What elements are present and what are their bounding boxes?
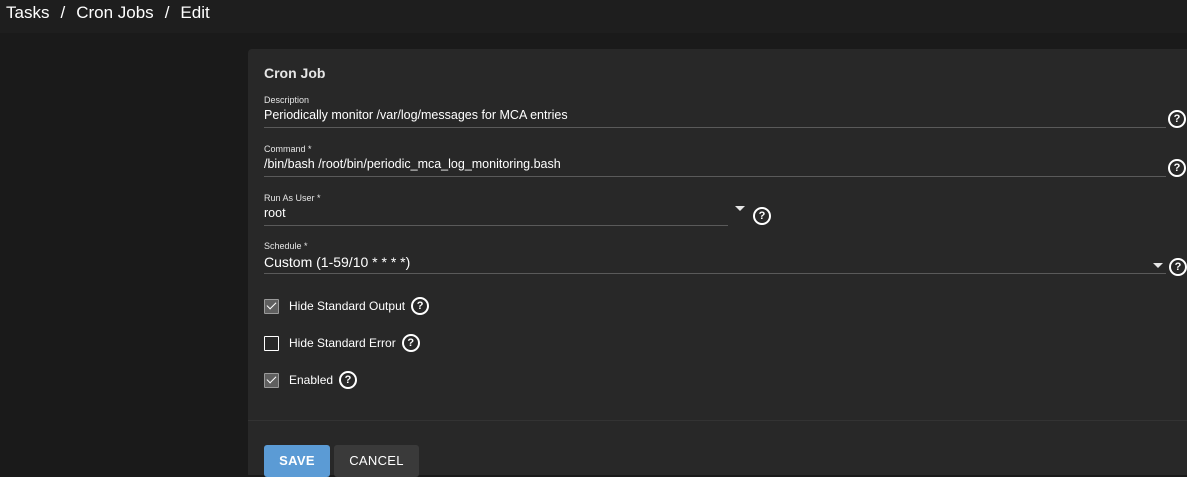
save-button[interactable]: SAVE [264,445,330,477]
schedule-select[interactable]: Custom (1-59/10 * * * *) [264,254,1166,274]
cancel-button[interactable]: CANCEL [334,445,419,477]
hide-stderr-label[interactable]: Hide Standard Error [289,336,396,350]
hide-stdout-label[interactable]: Hide Standard Output [289,299,405,313]
command-field: Command * /bin/bash /root/bin/periodic_m… [264,144,1166,177]
breadcrumb: Tasks / Cron Jobs / Edit [6,3,210,23]
run-as-user-input[interactable]: root [264,206,728,226]
form-divider [248,420,1187,421]
hide-stdout-row: Hide Standard Output ? [264,297,430,315]
run-as-user-field: Run As User * root [264,193,728,226]
command-input[interactable]: /bin/bash /root/bin/periodic_mca_log_mon… [264,157,1166,177]
schedule-chevron-down-icon[interactable] [1153,263,1163,268]
schedule-field: Schedule * Custom (1-59/10 * * * *) [264,241,1166,274]
schedule-help-icon[interactable]: ? [1169,258,1187,276]
description-input[interactable]: Periodically monitor /var/log/messages f… [264,108,1166,128]
breadcrumb-separator: / [164,3,170,22]
hide-stderr-row: Hide Standard Error ? [264,334,420,352]
hide-stdout-checkbox[interactable] [264,298,279,314]
breadcrumb-separator: / [60,3,66,22]
hide-stderr-checkbox[interactable] [264,335,279,351]
run-as-user-chevron-down-icon[interactable] [735,206,745,211]
run-as-user-label: Run As User * [264,193,321,203]
command-help-icon[interactable]: ? [1168,159,1186,177]
breadcrumb-item-edit: Edit [180,3,210,22]
enabled-checkbox[interactable] [264,372,279,388]
form-title: Cron Job [264,65,326,81]
description-field: Description Periodically monitor /var/lo… [264,95,1166,128]
hide-stdout-help-icon[interactable]: ? [411,297,430,315]
breadcrumb-item-tasks[interactable]: Tasks [6,3,49,23]
cron-job-form-card: Cron Job Description Periodically monito… [248,49,1187,477]
breadcrumb-item-cron-jobs[interactable]: Cron Jobs [76,3,153,23]
enabled-row: Enabled ? [264,371,358,389]
description-label: Description [264,95,310,105]
enabled-help-icon[interactable]: ? [339,371,358,389]
enabled-label[interactable]: Enabled [289,373,333,387]
top-bar: Tasks / Cron Jobs / Edit [0,0,1187,33]
command-label: Command * [264,144,312,154]
schedule-label: Schedule * [264,241,308,251]
description-help-icon[interactable]: ? [1168,110,1186,128]
hide-stderr-help-icon[interactable]: ? [401,334,420,352]
run-as-user-help-icon[interactable]: ? [753,207,771,225]
